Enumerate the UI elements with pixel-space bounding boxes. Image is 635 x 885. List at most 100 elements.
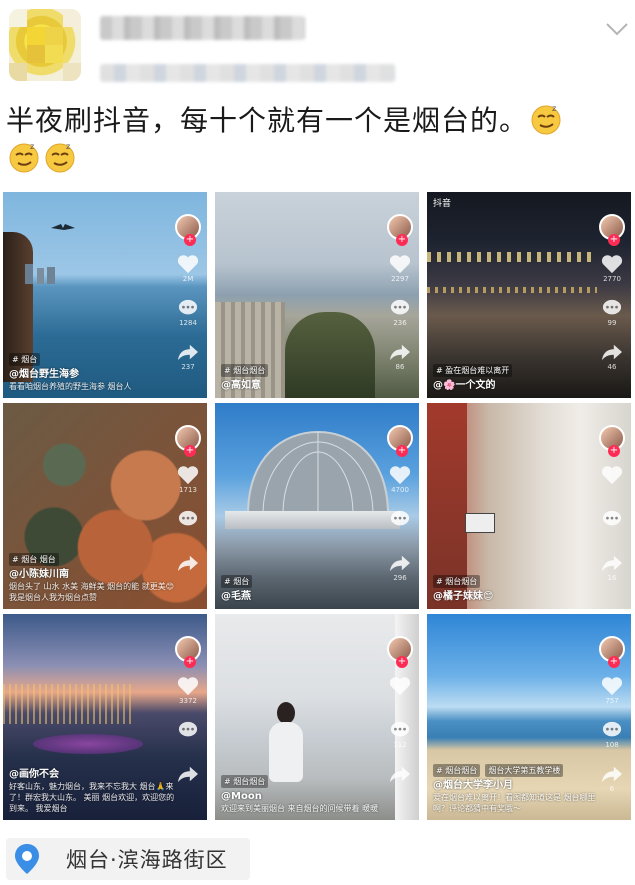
heart-icon[interactable] — [601, 465, 623, 485]
creator-name[interactable]: @Moon — [221, 790, 391, 803]
grid-image-8[interactable]: 112 # 烟台烟台 @Moon 欢迎来到美丽烟台 来自烟台的问候带着 暖暖 — [215, 614, 419, 820]
grid-image-4[interactable]: 1713 # 烟台 烟台 @小陈妹川南 烟台头了 山水 水美 海鲜美 烟台的能 … — [3, 403, 207, 609]
grid-image-3[interactable]: 抖音 2770 99 46 # 盈在烟台难以离开 @🌸一个文的 — [427, 192, 631, 398]
share-icon[interactable] — [177, 342, 199, 362]
comment-icon[interactable] — [601, 509, 623, 529]
grid-image-6[interactable]: 16 # 烟台烟台 @橘子妹妹😊 — [427, 403, 631, 609]
image-grid: 2M 1284 237 # 烟台 @烟台野生海参 看看咱烟台养殖的野生海参 烟台… — [3, 192, 633, 820]
like-count: 3372 — [179, 697, 197, 705]
share-count: 16 — [607, 574, 617, 582]
hashtag[interactable]: # 盈在烟台难以离开 — [433, 364, 513, 377]
comment-count: 108 — [605, 741, 619, 749]
share-icon[interactable] — [177, 764, 199, 784]
video-description: 爱在烟台难以离开！看图都知道这是 烟台哪里啊？评论都猜中有奖哦～ — [433, 793, 596, 813]
comment-icon[interactable] — [177, 720, 199, 740]
creator-name[interactable]: @高如意 — [221, 379, 391, 392]
video-caption: # 烟台烟台 @Moon 欢迎来到美丽烟台 来自烟台的问候带着 暖暖 — [221, 769, 391, 814]
video-actions: 16 — [597, 425, 627, 583]
comment-count: 112 — [393, 741, 407, 749]
post-header — [0, 0, 635, 95]
comment-icon[interactable] — [177, 298, 199, 318]
heart-icon[interactable] — [177, 465, 199, 485]
like-count: 2297 — [391, 275, 409, 283]
video-caption: # 烟台 @毛燕 — [221, 569, 391, 603]
grid-image-1[interactable]: 2M 1284 237 # 烟台 @烟台野生海参 看看咱烟台养殖的野生海参 烟台… — [3, 192, 207, 398]
video-caption: # 烟台 烟台 @小陈妹川南 烟台头了 山水 水美 海鲜美 烟台的能 就更美😊我… — [9, 547, 179, 603]
hashtag[interactable]: # 烟台烟台 — [221, 364, 269, 377]
video-caption: # 烟台 @烟台野生海参 看看咱烟台养殖的野生海参 烟台人 — [9, 347, 179, 392]
chevron-down-icon[interactable] — [606, 22, 628, 36]
creator-name[interactable]: @烟台大学李小月 — [433, 779, 603, 792]
heart-icon[interactable] — [389, 254, 411, 274]
hashtag[interactable]: # 烟台烟台 — [433, 764, 481, 777]
creator-name[interactable]: @小陈妹川南 — [9, 568, 179, 581]
creator-avatar[interactable] — [387, 425, 413, 457]
creator-avatar[interactable] — [175, 214, 201, 246]
hashtag[interactable]: # 烟台 烟台 — [9, 553, 59, 566]
comment-icon[interactable] — [389, 720, 411, 740]
comment-icon[interactable] — [601, 720, 623, 740]
seagull-icon — [51, 224, 75, 230]
share-icon[interactable] — [601, 764, 623, 784]
grid-image-2[interactable]: 2297 236 86 # 烟台烟台 @高如意 — [215, 192, 419, 398]
heart-icon[interactable] — [389, 676, 411, 696]
post-meta-blurred — [100, 64, 395, 82]
hashtag[interactable]: # 烟台 — [221, 575, 253, 588]
heart-icon[interactable] — [601, 254, 623, 274]
grid-image-7[interactable]: 3372 @画你不会 好客山东，魅力烟台，我来不忘我大 烟台🙏来了！群宏我大山东… — [3, 614, 207, 820]
comment-icon[interactable] — [177, 509, 199, 529]
video-caption: # 烟台烟台 @高如意 — [221, 358, 391, 392]
heart-icon[interactable] — [177, 254, 199, 274]
share-count: 46 — [607, 363, 617, 371]
heart-icon[interactable] — [601, 676, 623, 696]
video-description: 看看咱烟台养殖的野生海参 烟台人 — [9, 382, 132, 391]
comment-icon[interactable] — [601, 298, 623, 318]
hashtag[interactable]: # 烟台 — [9, 353, 41, 366]
share-icon[interactable] — [389, 553, 411, 573]
creator-avatar[interactable] — [175, 425, 201, 457]
svg-text:z: z — [66, 142, 71, 151]
post-body: 半夜刷抖音，每十个就有一个是烟台的。 — [6, 104, 529, 137]
location-tag[interactable]: 烟台·滨海路街区 — [6, 838, 250, 880]
heart-icon[interactable] — [177, 676, 199, 696]
like-count: 4700 — [391, 486, 409, 494]
music-tag[interactable]: 烟台大学第五教学楼 — [485, 764, 564, 777]
heart-icon[interactable] — [389, 465, 411, 485]
dome-structure-icon — [247, 430, 389, 516]
hashtag[interactable]: # 烟台烟台 — [221, 775, 269, 788]
creator-name[interactable]: @橘子妹妹😊 — [433, 590, 603, 603]
svg-text:z: z — [552, 104, 557, 113]
video-caption: # 烟台烟台 @橘子妹妹😊 — [433, 569, 603, 603]
comment-icon[interactable] — [389, 509, 411, 529]
comment-count: 236 — [393, 319, 407, 327]
smirk-emoji-icon: z — [9, 142, 39, 173]
username-blurred[interactable] — [100, 16, 305, 40]
share-icon[interactable] — [601, 553, 623, 573]
user-avatar[interactable] — [9, 9, 81, 81]
share-icon[interactable] — [389, 764, 411, 784]
tiktok-logo: 抖音 — [433, 199, 452, 209]
smirk-emoji-icon: z — [531, 104, 561, 135]
share-count: 6 — [609, 785, 615, 793]
video-caption: # 烟台烟台 烟台大学第五教学楼 @烟台大学李小月 爱在烟台难以离开！看图都知道… — [433, 758, 603, 814]
creator-avatar[interactable] — [599, 636, 625, 668]
share-icon[interactable] — [601, 342, 623, 362]
hashtag[interactable]: # 烟台烟台 — [433, 575, 481, 588]
creator-avatar[interactable] — [387, 636, 413, 668]
creator-avatar[interactable] — [387, 214, 413, 246]
video-description: 烟台头了 山水 水美 海鲜美 烟台的能 就更美😊我是烟台人我为烟台点赞 — [9, 582, 175, 602]
grid-image-9[interactable]: 757 108 6 # 烟台烟台 烟台大学第五教学楼 @烟台大学李小月 爱在烟台… — [427, 614, 631, 820]
grid-image-5[interactable]: 4700 296 # 烟台 @毛燕 — [215, 403, 419, 609]
share-icon[interactable] — [389, 342, 411, 362]
comment-icon[interactable] — [389, 298, 411, 318]
like-count: 2M — [182, 275, 194, 283]
creator-avatar[interactable] — [599, 425, 625, 457]
creator-avatar[interactable] — [175, 636, 201, 668]
creator-avatar[interactable] — [599, 214, 625, 246]
share-icon[interactable] — [177, 553, 199, 573]
creator-name[interactable]: @烟台野生海参 — [9, 368, 179, 381]
creator-name[interactable]: @🌸一个文的 — [433, 379, 603, 392]
creator-name[interactable]: @画你不会 — [9, 768, 179, 781]
location-text: 烟台·滨海路街区 — [66, 848, 228, 872]
creator-name[interactable]: @毛燕 — [221, 590, 391, 603]
